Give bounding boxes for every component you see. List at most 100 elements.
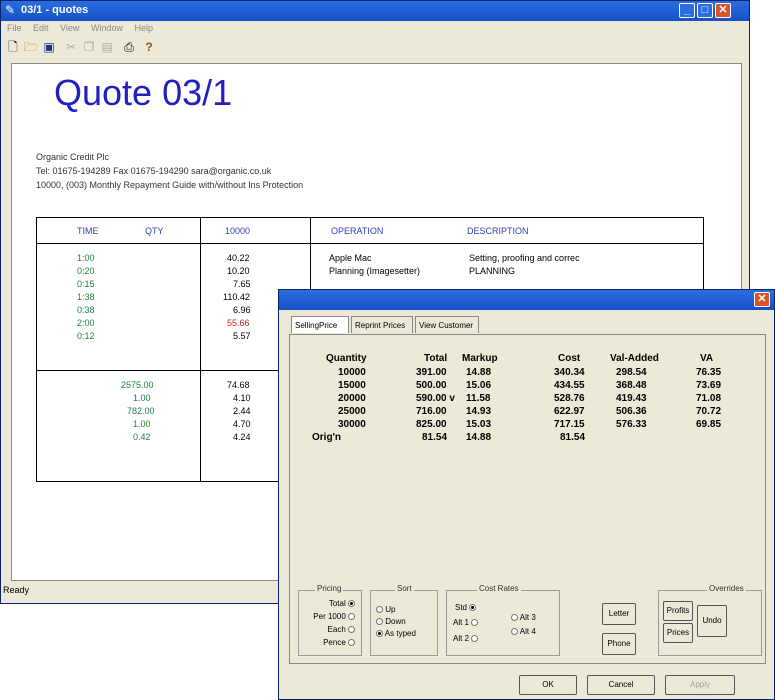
- value2-cell: 2.44: [233, 406, 251, 416]
- grid-cell: 340.34: [554, 367, 585, 378]
- grid-cell: 71.08: [696, 393, 722, 404]
- paste-icon[interactable]: ▤: [99, 39, 115, 55]
- contact-line: Tel: 01675-194289 Fax 01675-194290 sara@…: [36, 166, 272, 176]
- save-icon[interactable]: ▣: [41, 39, 57, 55]
- grid-cell[interactable]: 11.58: [466, 393, 490, 404]
- grid-cell[interactable]: 391.00: [416, 367, 447, 378]
- app-pen-icon: ✎: [5, 3, 16, 17]
- time-cell: 1:00: [77, 253, 95, 263]
- menu-view[interactable]: View: [60, 23, 79, 33]
- grid-cell[interactable]: 500.00: [416, 380, 447, 391]
- pricing-total-radio[interactable]: Total: [329, 599, 355, 608]
- print-icon[interactable]: ⎙: [121, 39, 137, 55]
- sort-down-radio[interactable]: Down: [376, 617, 406, 626]
- cost-rates-title: Cost Rates: [477, 584, 521, 593]
- grid-cell: 506.36: [616, 406, 647, 417]
- minimize-button[interactable]: _: [679, 3, 695, 18]
- value-cell: 10.20: [227, 266, 250, 276]
- menu-help[interactable]: Help: [134, 23, 153, 33]
- phone-button[interactable]: Phone: [602, 633, 636, 655]
- maximize-button[interactable]: □: [697, 3, 713, 18]
- pricing-option-label: Each: [327, 625, 346, 634]
- rate-alt1-radio[interactable]: Alt 1: [453, 618, 479, 627]
- pricing-per1000-radio[interactable]: Per 1000: [313, 612, 355, 621]
- overrides-title: Overrides: [707, 584, 746, 593]
- sort-option-label: Down: [385, 617, 406, 626]
- col-total: Total: [424, 353, 448, 364]
- main-title-bar[interactable]: ✎ 03/1 - quotes _ □ ✕: [1, 1, 749, 21]
- operation-cell: Planning (Imagesetter): [329, 266, 421, 276]
- grid-cell: 622.97: [554, 406, 585, 417]
- grid-cell[interactable]: 15.03: [466, 419, 491, 430]
- qty-cell: 2575.00: [121, 380, 154, 390]
- help-icon[interactable]: ?: [141, 39, 157, 55]
- col-markup: Markup: [462, 353, 498, 364]
- sort-title: Sort: [395, 584, 414, 593]
- grid-cell[interactable]: 14.88: [466, 367, 491, 378]
- pricing-each-radio[interactable]: Each: [328, 625, 355, 634]
- time-cell: 0:20: [77, 266, 95, 276]
- new-icon[interactable]: 🗋: [5, 39, 21, 55]
- quote-title: Quote 03/1: [54, 72, 233, 113]
- cut-icon[interactable]: ✂: [63, 39, 79, 55]
- header-operation: OPERATION: [331, 226, 384, 236]
- grid-cell: 419.43: [616, 393, 647, 404]
- grid-cell: 576.33: [616, 419, 647, 430]
- grid-cell: 76.35: [696, 367, 722, 378]
- tab-reprint-prices[interactable]: Reprint Prices: [351, 316, 413, 333]
- rate-std-radio[interactable]: Std: [455, 603, 477, 612]
- undo-button[interactable]: Undo: [697, 605, 727, 637]
- tab-selling-price[interactable]: SellingPrice: [291, 316, 349, 333]
- cancel-button[interactable]: Cancel: [587, 675, 655, 695]
- open-icon[interactable]: 🗁: [23, 39, 39, 55]
- value2-cell: 4.70: [233, 419, 251, 429]
- grid-cell: 81.54: [560, 432, 586, 443]
- value-cell: 5.57: [233, 331, 251, 341]
- pricing-pence-radio[interactable]: Pence: [323, 638, 355, 647]
- grid-cell[interactable]: 716.00: [416, 406, 447, 417]
- dialog-title-bar[interactable]: ✕: [279, 290, 774, 310]
- rate-option-label: Std: [455, 603, 468, 612]
- tab-view-customer[interactable]: View Customer: [415, 316, 479, 333]
- pricing-option-label: Total: [328, 599, 346, 608]
- menu-file[interactable]: File: [7, 23, 22, 33]
- copy-icon[interactable]: ❐: [81, 39, 97, 55]
- grid-cell: Orig'n: [312, 432, 342, 443]
- pricing-group: Pricing Total Per 1000 Each Pence: [298, 584, 362, 656]
- header-time: TIME: [77, 226, 99, 236]
- menu-edit[interactable]: Edit: [33, 23, 49, 33]
- rate-option-label: Alt 3: [519, 613, 536, 622]
- status-bar: Ready: [3, 585, 30, 595]
- col-cost: Cost: [558, 353, 581, 364]
- grid-cell[interactable]: 825.00: [416, 419, 447, 430]
- close-button[interactable]: ✕: [715, 3, 731, 18]
- profits-button[interactable]: Profits: [663, 601, 693, 621]
- ok-button[interactable]: OK: [519, 675, 577, 695]
- time-cell: 2:00: [77, 318, 95, 328]
- rate-alt2-radio[interactable]: Alt 2: [453, 634, 479, 643]
- col-quantity: Quantity: [326, 353, 367, 364]
- time-cell: 0:15: [77, 279, 95, 289]
- value-cell: 40.22: [227, 253, 250, 263]
- rate-option-label: Alt 1: [453, 618, 470, 627]
- rate-alt3-radio[interactable]: Alt 3: [511, 613, 536, 622]
- grid-cell: 25000: [338, 406, 366, 417]
- description-cell: PLANNING: [469, 266, 516, 276]
- grid-cell: 10000: [338, 367, 366, 378]
- letter-button[interactable]: Letter: [602, 603, 636, 625]
- sort-up-radio[interactable]: Up: [376, 605, 395, 614]
- window-title: 03/1 - quotes: [21, 4, 89, 16]
- dialog-close-button[interactable]: ✕: [754, 292, 770, 307]
- col-va: VA: [700, 353, 714, 364]
- col-val-added: Val-Added: [610, 353, 659, 364]
- apply-button[interactable]: Apply: [665, 675, 735, 695]
- rate-alt4-radio[interactable]: Alt 4: [511, 627, 536, 636]
- prices-button[interactable]: Prices: [663, 623, 693, 643]
- time-cell: 0:12: [77, 331, 95, 341]
- sort-astyped-radio[interactable]: As typed: [376, 629, 416, 638]
- menu-window[interactable]: Window: [91, 23, 123, 33]
- company-name: Organic Credit Plc: [36, 152, 110, 162]
- grid-cell[interactable]: 15.06: [466, 380, 491, 391]
- grid-cell[interactable]: 14.93: [466, 406, 491, 417]
- grid-cell[interactable]: 590.00 v: [416, 393, 455, 404]
